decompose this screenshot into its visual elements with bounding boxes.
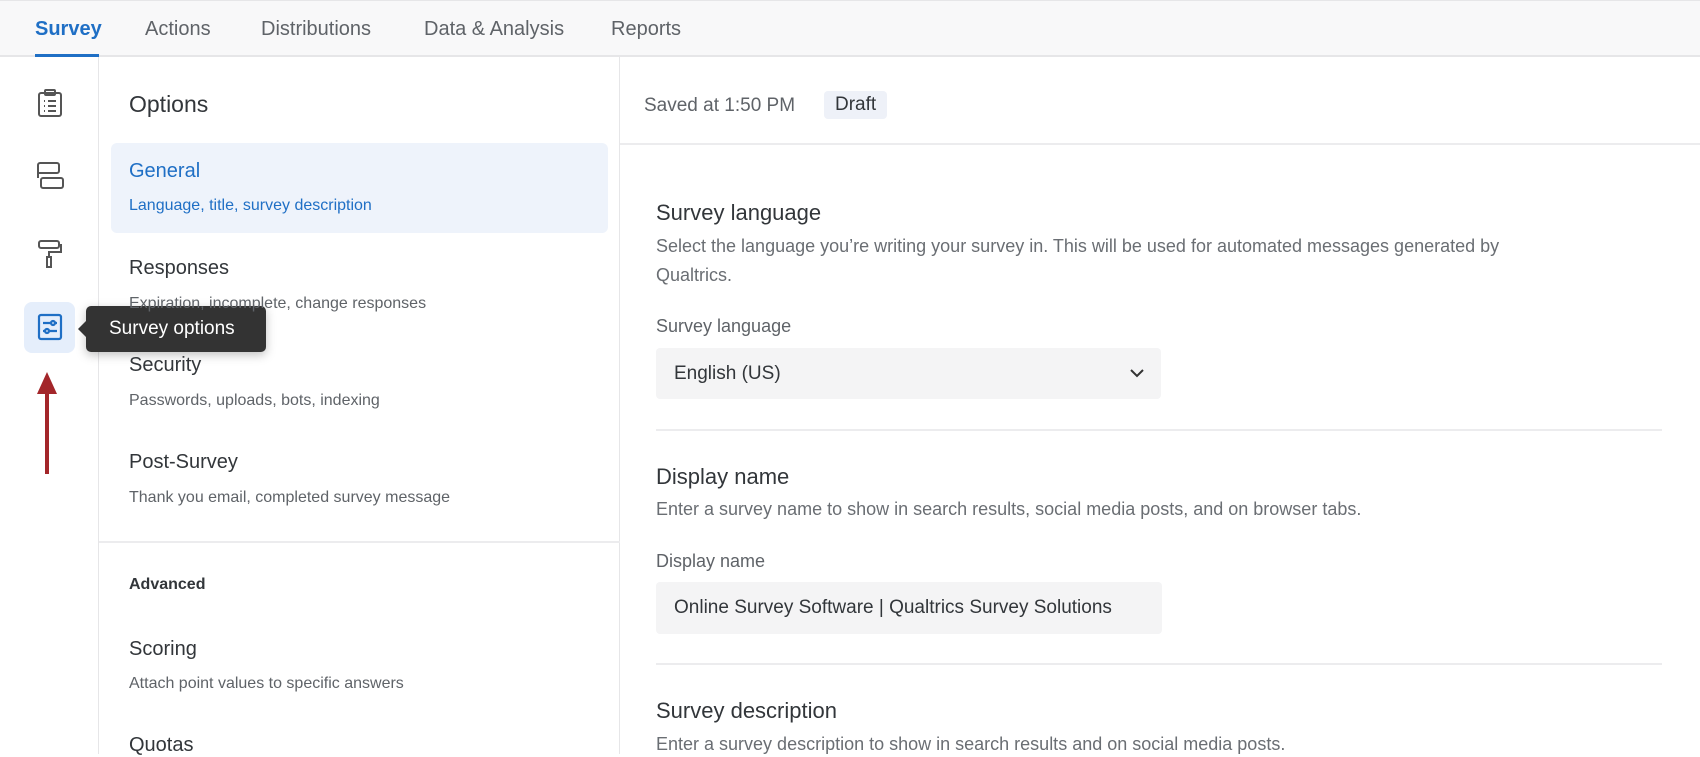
- options-item-general[interactable]: [111, 143, 608, 233]
- display-name-desc: Enter a survey name to show in search re…: [656, 499, 1362, 519]
- option-title-scoring[interactable]: Scoring: [129, 638, 197, 661]
- display-name-label: Display name: [656, 551, 766, 571]
- blocks-icon[interactable]: [34, 160, 66, 192]
- tab-actions[interactable]: Actions: [145, 18, 211, 41]
- survey-language-value: English (US): [674, 362, 781, 384]
- main-header: Saved at 1:50 PM Draft: [620, 57, 1700, 145]
- options-title: Options: [129, 91, 209, 117]
- display-name-input[interactable]: Online Survey Software | Qualtrics Surve…: [656, 582, 1162, 634]
- advanced-label: Advanced: [129, 576, 206, 593]
- saved-status: Saved at 1:50 PM: [644, 95, 796, 116]
- option-subtitle-post-survey: Thank you email, completed survey messag…: [129, 489, 451, 506]
- tab-survey[interactable]: Survey: [35, 18, 102, 41]
- survey-language-heading: Survey language: [656, 200, 822, 225]
- draft-badge: Draft: [824, 91, 888, 119]
- section-divider: [656, 429, 1662, 431]
- display-name-heading: Display name: [656, 464, 790, 489]
- option-title-general: General: [129, 160, 201, 182]
- options-divider: [99, 541, 620, 543]
- top-tab-bar: Survey Actions Distributions Data & Anal…: [0, 0, 1700, 58]
- survey-language-select[interactable]: English (US): [656, 348, 1161, 399]
- option-title-security[interactable]: Security: [129, 354, 201, 377]
- tab-distributions[interactable]: Distributions: [261, 18, 371, 41]
- tab-reports[interactable]: Reports: [611, 18, 681, 41]
- survey-language-desc-2: Qualtrics.: [656, 265, 733, 285]
- paint-roller-icon[interactable]: [34, 238, 66, 270]
- survey-language-label: Survey language: [656, 316, 792, 336]
- tab-data-analysis[interactable]: Data & Analysis: [424, 18, 564, 41]
- chevron-down-icon: [1130, 369, 1144, 378]
- options-panel: Options General Language, title, survey …: [99, 57, 620, 756]
- clipboard-icon[interactable]: [34, 87, 66, 119]
- display-name-value: Online Survey Software | Qualtrics Surve…: [674, 597, 1112, 618]
- sliders-icon[interactable]: [34, 311, 66, 343]
- option-subtitle-responses: Expiration, incomplete, change responses: [129, 295, 427, 312]
- survey-description-desc: Enter a survey description to show in se…: [656, 734, 1286, 754]
- option-subtitle-scoring: Attach point values to specific answers: [129, 675, 404, 692]
- survey-description-heading: Survey description: [656, 698, 837, 723]
- survey-language-desc: Select the language you’re writing your …: [656, 236, 1500, 256]
- option-subtitle-general: Language, title, survey description: [129, 197, 372, 214]
- section-divider: [656, 663, 1662, 665]
- option-subtitle-security: Passwords, uploads, bots, indexing: [129, 392, 380, 409]
- option-title-responses[interactable]: Responses: [129, 257, 229, 280]
- red-arrow-annotation: [37, 372, 57, 474]
- option-title-post-survey[interactable]: Post-Survey: [129, 451, 238, 474]
